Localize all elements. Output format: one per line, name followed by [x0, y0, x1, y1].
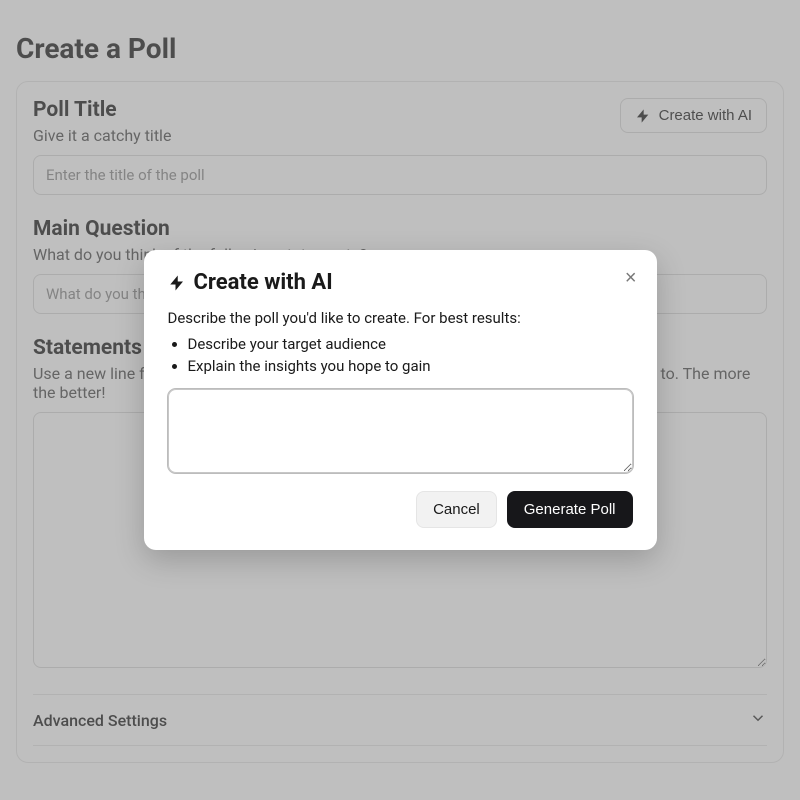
close-icon: ×	[625, 267, 637, 289]
modal-overlay[interactable]: × Create with AI Describe the poll you'd…	[0, 0, 800, 800]
cancel-button[interactable]: Cancel	[416, 491, 497, 528]
modal-button-row: Cancel Generate Poll	[168, 491, 633, 528]
modal-tips-list: Describe your target audience Explain th…	[168, 335, 633, 375]
close-button[interactable]: ×	[621, 264, 641, 292]
generate-poll-button[interactable]: Generate Poll	[507, 491, 633, 528]
modal-tip-item: Explain the insights you hope to gain	[188, 357, 633, 375]
create-with-ai-modal: × Create with AI Describe the poll you'd…	[144, 250, 657, 550]
modal-description: Describe the poll you'd like to create. …	[168, 309, 633, 327]
bolt-icon	[168, 274, 186, 292]
ai-description-textarea[interactable]	[168, 389, 633, 473]
modal-tip-item: Describe your target audience	[188, 335, 633, 353]
modal-title: Create with AI	[194, 270, 333, 295]
